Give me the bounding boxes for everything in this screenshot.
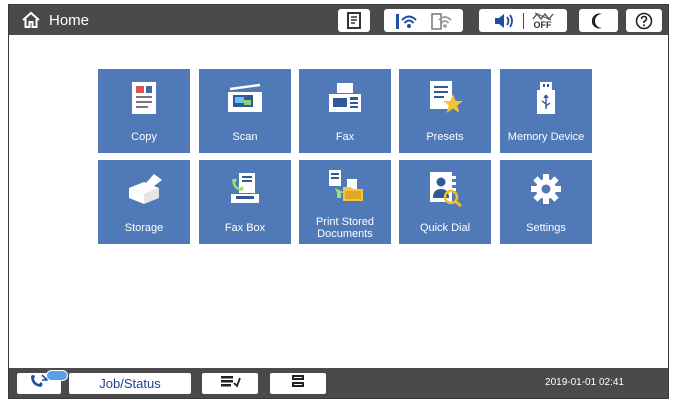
tile-label: Fax Box xyxy=(224,222,266,234)
home-label: Home xyxy=(49,11,90,29)
document-status-button[interactable] xyxy=(338,9,370,32)
divider xyxy=(522,12,524,29)
help-icon xyxy=(635,12,653,30)
settings-icon xyxy=(500,166,592,212)
tile-settings[interactable]: Settings xyxy=(500,160,592,244)
home-icon xyxy=(21,11,41,29)
help-button[interactable] xyxy=(626,9,662,32)
tile-copy[interactable]: Copy xyxy=(98,69,190,153)
job-status-label: Job/Status xyxy=(99,376,161,391)
tile-label: Scan xyxy=(232,131,258,143)
tile-fax[interactable]: Fax xyxy=(299,69,391,153)
tile-label-line1: Print Stored xyxy=(315,216,375,228)
sleep-icon xyxy=(591,13,606,29)
tile-label: Fax xyxy=(335,131,355,143)
presets-icon xyxy=(399,75,491,121)
screen: Home OFF Copy Scan Fax Presets Memory De… xyxy=(8,4,669,399)
top-bar: Home OFF xyxy=(9,5,668,35)
storage-icon xyxy=(98,166,190,212)
tile-quick-dial[interactable]: Quick Dial xyxy=(399,160,491,244)
tile-label: Settings xyxy=(526,222,566,234)
tile-label: Quick Dial xyxy=(419,222,471,234)
home-button[interactable]: Home xyxy=(15,8,95,32)
tile-storage[interactable]: Storage xyxy=(98,160,190,244)
wifi-icon xyxy=(395,12,417,30)
tile-label: Memory Device xyxy=(507,131,585,143)
memory-device-icon xyxy=(500,75,592,121)
tile-memory-device[interactable]: Memory Device xyxy=(500,69,592,153)
tile-label: Presets xyxy=(426,131,464,143)
fax-box-icon xyxy=(199,166,291,212)
scan-icon xyxy=(199,75,291,121)
print-stored-documents-icon xyxy=(299,163,391,209)
network-status-button[interactable] xyxy=(384,9,463,32)
tile-label: Copy xyxy=(131,131,157,143)
document-icon xyxy=(347,12,361,29)
stop-icon xyxy=(290,374,306,393)
tile-scan[interactable]: Scan xyxy=(199,69,291,153)
notification-badge xyxy=(46,370,68,381)
sound-status-button[interactable]: OFF xyxy=(479,9,567,32)
tile-label-line2: Documents xyxy=(317,228,373,240)
sound-off-icon: OFF xyxy=(531,11,554,30)
fax-icon xyxy=(299,75,391,121)
tile-fax-box[interactable]: Fax Box xyxy=(199,160,291,244)
transfer-icon xyxy=(219,374,241,393)
tile-label: Storage xyxy=(124,222,164,234)
sound-off-text: OFF xyxy=(533,19,552,30)
tile-presets[interactable]: Presets xyxy=(399,69,491,153)
stop-button[interactable] xyxy=(270,373,326,394)
job-status-button[interactable]: Job/Status xyxy=(69,373,191,394)
sleep-button[interactable] xyxy=(579,9,618,32)
quick-dial-icon xyxy=(399,166,491,212)
bottom-bar: Job/Status 2019-01-01 02:41 xyxy=(9,368,668,398)
copy-icon xyxy=(98,75,190,121)
transfer-button[interactable] xyxy=(202,373,258,394)
datetime: 2019-01-01 02:41 xyxy=(545,377,624,388)
speaker-icon xyxy=(493,13,515,29)
tile-print-stored-documents[interactable]: Print Stored Documents xyxy=(299,160,391,244)
wifi-direct-icon xyxy=(430,12,453,30)
